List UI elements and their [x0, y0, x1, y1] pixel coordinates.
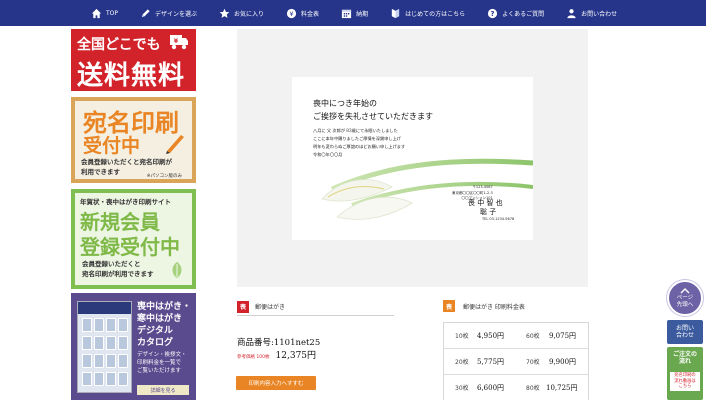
table-row: 30枚 6,600円 80枚 10,725円	[444, 375, 588, 400]
chevron-up-icon	[680, 288, 690, 294]
nav-item-label: よくあるご質問	[502, 10, 545, 18]
nav-item-label: お問い合わせ	[581, 10, 618, 18]
address-print-note: ※パソコン版のみ	[146, 174, 182, 179]
price-table: 10枚 4,950円 60枚 9,075円 20枚 5,775円 70枚 9,9…	[443, 322, 589, 400]
top-nav: TOP デザインを選ぶ お気に入り ¥ 料金表 納期 はじめての方はこちら ? …	[0, 0, 706, 26]
quantity-cell: 80枚	[526, 385, 540, 392]
mourning-tag: 喪	[237, 300, 249, 313]
nav-item-beginners[interactable]: はじめての方はこちら	[379, 0, 476, 26]
mourning-tag: 喪	[443, 300, 455, 312]
nav-item-label: デザインを選ぶ	[155, 10, 198, 18]
card-sender-tel: TEL 03-1234-5678	[482, 217, 515, 221]
free-shipping-line2: 送料無料	[77, 61, 186, 91]
order-input-button[interactable]: 印刷内容入力へすすむ	[236, 376, 316, 390]
new-member-banner[interactable]: 年賀状・喪中はがき印刷サイト 新規会員 登録受付中 会員登録いただくと 宛名印刷…	[71, 189, 196, 289]
quantity-cell: 70枚	[526, 359, 540, 366]
card-sender-name: 喪 中 智 也 聡 子	[468, 199, 503, 216]
price-table-title: 郵便はがき 印刷料金表	[463, 303, 525, 311]
svg-text:?: ?	[491, 9, 495, 17]
quantity-cell: 30枚	[455, 385, 469, 392]
table-row: 10枚 4,950円 60枚 9,075円	[444, 323, 588, 349]
question-icon: ?	[487, 8, 498, 19]
quantity-cell: 10枚	[455, 333, 469, 340]
table-row: 20枚 5,775円 70枚 9,900円	[444, 349, 588, 375]
new-member-subtitle: 登録受付中	[80, 235, 180, 259]
order-flow-button[interactable]: ご注文の 流れ 宛名印刷の 流れ動画は こちら	[667, 347, 703, 400]
price-cell: 5,775円	[477, 357, 505, 366]
quantity-cell: 60枚	[526, 333, 540, 340]
nav-item-label: お気に入り	[234, 10, 265, 18]
catalog-cover-image	[77, 301, 132, 393]
postcard-preview[interactable]: 喪中につき年始の ご挨拶を失礼させていただきます 八月に 父 次郎が 83歳にて…	[292, 77, 533, 240]
beginner-mark-icon	[390, 8, 401, 19]
svg-text:¥: ¥	[290, 9, 294, 17]
nav-item-delivery[interactable]: 納期	[330, 0, 379, 26]
quantity-cell: 20枚	[455, 359, 469, 366]
leaf-icon	[170, 261, 184, 279]
catalog-detail-button[interactable]: 詳細を見る	[137, 385, 189, 395]
new-member-desc: 会員登録いただくと 宛名印刷が利用できます	[82, 260, 154, 278]
price-cell: 6,600円	[477, 383, 505, 392]
nav-item-contact[interactable]: お問い合わせ	[555, 0, 628, 26]
nav-item-label: TOP	[106, 9, 119, 17]
new-member-caption: 年賀状・喪中はがき印刷サイト	[80, 198, 171, 206]
product-category: 郵便はがき	[255, 304, 286, 311]
nav-item-design[interactable]: デザインを選ぶ	[129, 0, 208, 26]
catalog-title: 喪中はがき・ 寒中はがき デジタル カタログ	[137, 302, 192, 348]
nav-item-top[interactable]: TOP	[80, 0, 129, 26]
price-cell: 9,075円	[549, 331, 577, 340]
pencil-icon	[140, 8, 151, 19]
inquiry-button[interactable]: お問い 合わせ	[667, 320, 703, 344]
product-price: 12,375円	[275, 351, 317, 361]
nav-item-faq[interactable]: ? よくあるご質問	[476, 0, 555, 26]
brush-pen-icon	[163, 131, 187, 155]
price-cell: 9,900円	[549, 357, 577, 366]
back-to-top-button[interactable]: ページ 先頭へ	[667, 280, 703, 316]
card-heading: 喪中につき年始の ご挨拶を失礼させていただきます	[313, 99, 433, 121]
free-shipping-banner[interactable]: 全国どこでも 送料無料 ¥	[71, 29, 196, 91]
price-cell: 10,725円	[546, 383, 578, 392]
catalog-desc: デザイン・挨拶文・ 印刷料金を一覧で ご覧いただけます	[137, 352, 187, 374]
truck-icon: ¥	[169, 33, 189, 51]
digital-catalog-banner[interactable]: 喪中はがき・ 寒中はがき デジタル カタログ デザイン・挨拶文・ 印刷料金を一覧…	[71, 293, 196, 400]
price-table-header: 喪 郵便はがき 印刷料金表	[443, 300, 525, 312]
free-shipping-line1: 全国どこでも	[77, 37, 161, 53]
product-price-row: 参考価格 100枚 12,375円	[237, 348, 316, 361]
calendar-icon	[341, 8, 352, 19]
address-print-banner[interactable]: 宛名印刷 受付中 会員登録いただくと宛名印刷が 利用できます ※パソコン版のみ	[71, 97, 196, 183]
star-icon	[219, 8, 230, 19]
order-flow-video-link[interactable]: 宛名印刷の 流れ動画は こちら	[670, 372, 700, 391]
page: TOP デザインを選ぶ お気に入り ¥ 料金表 納期 はじめての方はこちら ? …	[0, 0, 706, 400]
price-cell: 4,950円	[477, 331, 505, 340]
address-print-subtitle: 受付中	[83, 135, 141, 157]
card-message: 八月に 父 次郎が 83歳にて永眠いたしました ここに本年中賜りましたご厚情を深…	[313, 128, 406, 157]
nav-item-favorites[interactable]: お気に入り	[208, 0, 275, 26]
person-icon	[566, 8, 577, 19]
nav-item-price-list[interactable]: ¥ 料金表	[275, 0, 330, 26]
nav-item-label: 納期	[356, 10, 369, 18]
home-icon	[91, 8, 102, 19]
nav-item-label: はじめての方はこちら	[405, 10, 466, 18]
reference-price-label: 参考価格 100枚	[237, 355, 270, 360]
product-number: 商品番号:1101net25	[237, 338, 321, 348]
price-table-icon: ¥	[286, 8, 297, 19]
nav-item-label: 料金表	[301, 10, 320, 18]
product-category-header: 喪 郵便はがき	[237, 300, 394, 316]
